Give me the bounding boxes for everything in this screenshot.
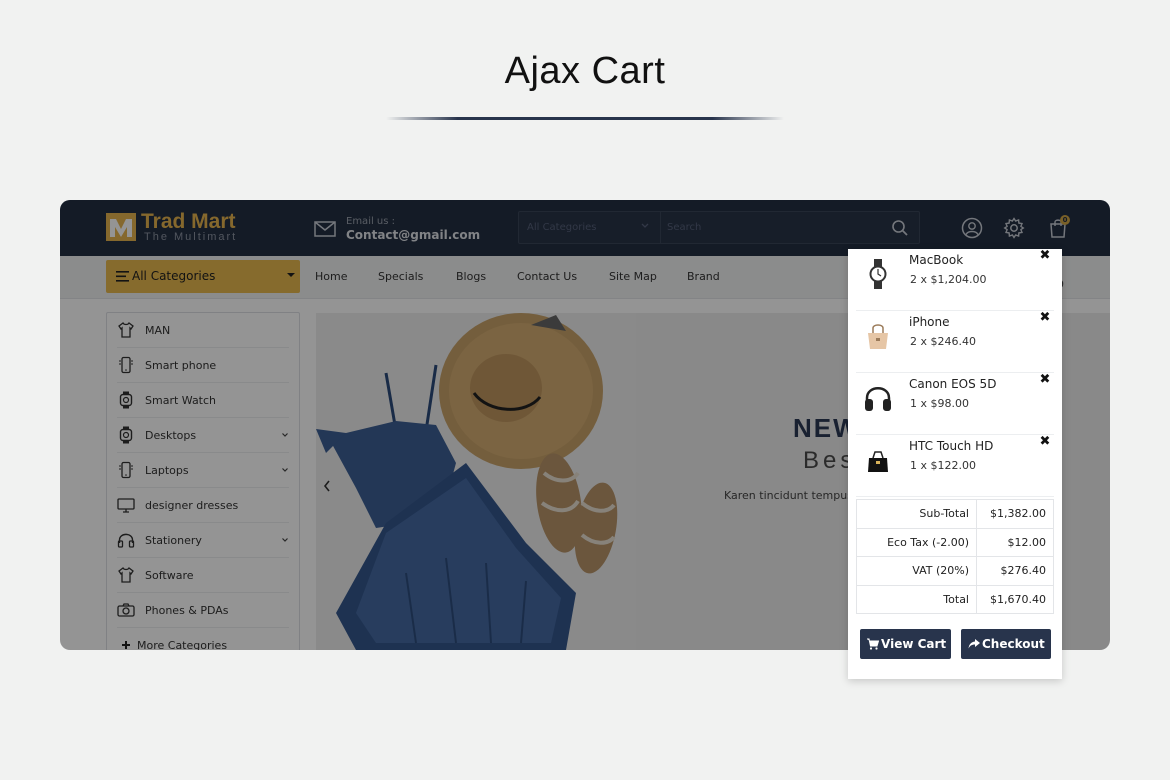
- handbag-icon: [868, 324, 888, 349]
- headphones-icon: [865, 387, 891, 411]
- view-cart-button[interactable]: View Cart: [860, 629, 951, 659]
- cart-item-qty-price: 2 x $1,204.00: [910, 273, 987, 286]
- totals-row: VAT (20%) $276.40: [856, 556, 1054, 586]
- totals-label: Eco Tax (-2.00): [856, 527, 977, 557]
- cart-item-name[interactable]: HTC Touch HD: [909, 439, 993, 453]
- totals-label: VAT (20%): [856, 556, 977, 586]
- cart-icon: [867, 638, 879, 650]
- cart-item: HTC Touch HD 1 x $122.00 ✖: [856, 435, 1054, 497]
- totals-row: Eco Tax (-2.00) $12.00: [856, 527, 1054, 557]
- remove-item-icon[interactable]: ✖: [1038, 249, 1052, 263]
- cart-item-name[interactable]: Canon EOS 5D: [909, 377, 996, 391]
- purse-icon: [868, 451, 888, 472]
- heading-divider: [386, 117, 784, 120]
- totals-label: Sub-Total: [856, 499, 977, 529]
- view-cart-label: View Cart: [881, 637, 947, 651]
- cart-item: Canon EOS 5D 1 x $98.00 ✖: [856, 373, 1054, 435]
- cart-item-qty-price: 1 x $122.00: [910, 459, 976, 472]
- share-arrow-icon: [968, 639, 980, 649]
- totals-value: $276.40: [976, 556, 1054, 586]
- totals-value: $1,382.00: [976, 499, 1054, 529]
- totals-label: Total: [856, 584, 977, 614]
- remove-item-icon[interactable]: ✖: [1038, 373, 1052, 387]
- checkout-button[interactable]: Checkout: [961, 629, 1051, 659]
- cart-item-qty-price: 2 x $246.40: [910, 335, 976, 348]
- totals-value: $12.00: [976, 527, 1054, 557]
- remove-item-icon[interactable]: ✖: [1038, 435, 1052, 449]
- page-heading: Ajax Cart: [504, 50, 666, 92]
- cart-item-name[interactable]: MacBook: [909, 253, 963, 267]
- checkout-label: Checkout: [982, 637, 1045, 651]
- cart-item: iPhone 2 x $246.40 ✖: [856, 311, 1054, 373]
- cart-totals-table: Sub-Total $1,382.00 Eco Tax (-2.00) $12.…: [856, 499, 1054, 614]
- cart-item-qty-price: 1 x $98.00: [910, 397, 969, 410]
- cart-item: MacBook 2 x $1,204.00 ✖: [856, 249, 1054, 311]
- watch-icon: [869, 259, 887, 289]
- cart-item-name[interactable]: iPhone: [909, 315, 950, 329]
- ajax-cart-dropdown: MacBook 2 x $1,204.00 ✖ iPhone 2 x $246.…: [848, 249, 1062, 679]
- totals-value: $1,670.40: [976, 584, 1054, 614]
- totals-row: Total $1,670.40: [856, 584, 1054, 614]
- totals-row: Sub-Total $1,382.00: [856, 499, 1054, 529]
- remove-item-icon[interactable]: ✖: [1038, 311, 1052, 325]
